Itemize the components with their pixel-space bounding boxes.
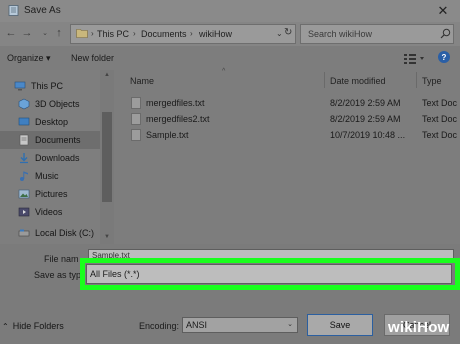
text-file-icon bbox=[131, 129, 141, 141]
notepad-icon bbox=[8, 5, 19, 16]
new-folder-button[interactable]: New folder bbox=[71, 53, 114, 63]
breadcrumb-separator: › bbox=[133, 29, 136, 38]
view-options-icon[interactable] bbox=[402, 51, 426, 65]
file-name: mergedfiles2.txt bbox=[146, 114, 210, 124]
file-name-label: File nam bbox=[44, 254, 79, 264]
sidebar-item-desktop[interactable]: Desktop bbox=[0, 113, 100, 131]
file-type: Text Doc bbox=[422, 114, 458, 124]
sidebar-item-videos[interactable]: Videos bbox=[0, 203, 100, 221]
address-dropdown-icon[interactable]: ⌄ bbox=[276, 29, 283, 38]
sidebar-item-label: Desktop bbox=[35, 117, 69, 127]
window-title: Save As bbox=[24, 5, 61, 16]
file-date: 10/7/2019 10:48 ... bbox=[330, 130, 406, 140]
column-divider bbox=[416, 72, 417, 88]
column-header-type[interactable]: Type bbox=[422, 76, 442, 86]
text-file-icon bbox=[131, 113, 141, 125]
file-type: Text Doc bbox=[422, 130, 458, 140]
sidebar-item-this-pc[interactable]: This PC bbox=[0, 77, 100, 95]
pictures-icon bbox=[18, 189, 30, 199]
file-type: Text Doc bbox=[422, 98, 458, 108]
scroll-up-icon[interactable]: ▲ bbox=[104, 72, 110, 78]
pc-icon bbox=[14, 81, 26, 91]
sidebar-item-label: Downloads bbox=[35, 153, 80, 163]
breadcrumb-separator: › bbox=[190, 29, 193, 38]
hide-folders-toggle[interactable]: ⌃ Hide Folders bbox=[2, 321, 64, 331]
chevron-down-icon: ⌄ bbox=[287, 321, 293, 328]
downloads-icon bbox=[20, 153, 28, 164]
file-name: Sample.txt bbox=[146, 130, 189, 140]
breadcrumb-documents[interactable]: Documents bbox=[141, 29, 187, 39]
sort-caret-icon: ^ bbox=[222, 68, 226, 75]
desktop-icon bbox=[18, 117, 30, 126]
scroll-down-icon[interactable]: ▼ bbox=[104, 234, 110, 240]
save-as-type-label: Save as typ bbox=[34, 270, 82, 280]
sidebar-item-label: Documents bbox=[35, 135, 81, 145]
file-date: 8/2/2019 2:59 AM bbox=[330, 114, 401, 124]
chevron-up-icon: ⌃ bbox=[2, 321, 9, 331]
breadcrumb-wikihow[interactable]: wikiHow bbox=[199, 29, 232, 39]
sidebar-item-label: Local Disk (C:) bbox=[35, 228, 95, 238]
sidebar-item-label: Music bbox=[35, 171, 59, 181]
recent-chevron-icon[interactable]: ⌄ bbox=[38, 26, 52, 40]
sidebar-item-label: This PC bbox=[31, 81, 64, 91]
wikihow-watermark: wikiHow bbox=[388, 319, 449, 336]
sidebar-item-local-disk[interactable]: Local Disk (C:) bbox=[0, 224, 100, 242]
music-icon bbox=[20, 171, 28, 181]
sidebar-item-label: Videos bbox=[35, 207, 63, 217]
watermark-how: How bbox=[417, 319, 450, 336]
sidebar-item-label: 3D Objects bbox=[35, 99, 80, 109]
highlight-box bbox=[80, 258, 460, 290]
column-header-date-modified[interactable]: Date modified bbox=[330, 76, 386, 86]
close-button[interactable]: ✕ bbox=[426, 0, 460, 22]
column-divider bbox=[324, 72, 325, 88]
encoding-select[interactable]: ANSI ⌄ bbox=[182, 317, 298, 333]
search-icon bbox=[440, 28, 451, 39]
hide-folders-label: Hide Folders bbox=[12, 321, 64, 331]
refresh-icon[interactable]: ↻ bbox=[284, 27, 292, 38]
breadcrumb-separator: › bbox=[91, 29, 94, 38]
sidebar-item-pictures[interactable]: Pictures bbox=[0, 185, 100, 203]
encoding-value: ANSI bbox=[186, 320, 208, 330]
breadcrumb-this-pc[interactable]: This PC bbox=[97, 29, 129, 39]
sidebar-item-music[interactable]: Music bbox=[0, 167, 100, 185]
sidebar-item-3d-objects[interactable]: 3D Objects bbox=[0, 95, 100, 113]
documents-icon bbox=[19, 134, 29, 146]
encoding-label: Encoding: bbox=[139, 321, 180, 331]
watermark-wiki: wiki bbox=[388, 319, 418, 336]
organize-button[interactable]: Organize ▾ bbox=[7, 53, 51, 64]
column-header-name[interactable]: Name bbox=[130, 76, 154, 86]
sidebar-item-documents[interactable]: Documents bbox=[0, 131, 100, 149]
sidebar-item-label: Pictures bbox=[35, 189, 68, 199]
command-bar bbox=[0, 46, 460, 70]
back-arrow-icon[interactable]: ← bbox=[4, 26, 18, 40]
text-file-icon bbox=[131, 97, 141, 109]
file-name: mergedfiles.txt bbox=[146, 98, 205, 108]
sidebar-scroll-thumb[interactable] bbox=[102, 112, 112, 202]
sidebar-item-downloads[interactable]: Downloads bbox=[0, 149, 100, 167]
disk-icon bbox=[18, 229, 30, 237]
videos-icon bbox=[18, 207, 30, 217]
title-bar bbox=[0, 0, 460, 22]
help-icon[interactable]: ? bbox=[438, 51, 450, 63]
folder-icon bbox=[76, 29, 88, 38]
cube-icon bbox=[18, 98, 30, 110]
up-arrow-icon[interactable]: ↑ bbox=[52, 26, 66, 40]
save-button[interactable]: Save bbox=[307, 314, 373, 336]
search-placeholder: Search wikiHow bbox=[308, 29, 373, 39]
forward-arrow-icon[interactable]: → bbox=[20, 26, 34, 40]
file-date: 8/2/2019 2:59 AM bbox=[330, 98, 401, 108]
